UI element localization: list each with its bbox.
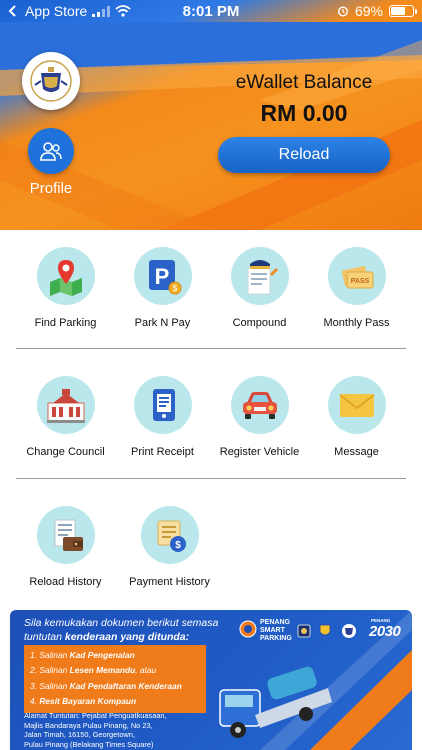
car-icon — [230, 376, 289, 434]
print-receipt-button[interactable]: Print Receipt — [110, 376, 215, 458]
banner-address-line: Jalan Timah, 16150, Georgetown, — [24, 730, 135, 739]
banner-heading: Sila kemukakan dokumen berikut semasa tu… — [24, 616, 239, 644]
receipt-icon — [133, 376, 192, 434]
park-n-pay-label: Park N Pay — [134, 317, 191, 329]
alarm-icon — [337, 6, 348, 17]
register-vehicle-label: Register Vehicle — [219, 446, 300, 458]
status-bar: App Store 8:01 PM 69% — [0, 0, 422, 22]
smart-parking-brand: PENANG SMART PARKING — [260, 619, 292, 642]
register-vehicle-button[interactable]: Register Vehicle — [207, 376, 312, 458]
profile-label[interactable]: Profile — [18, 180, 84, 197]
svg-text:$: $ — [172, 284, 177, 293]
reload-history-button[interactable]: Reload History — [13, 506, 118, 588]
banner-list-item: 1. Salinan Kad Pengenalan — [30, 650, 135, 660]
smart-parking-logo-icon — [239, 620, 257, 638]
envelope-icon — [327, 376, 386, 434]
payment-history-label: Payment History — [129, 576, 210, 588]
monthly-pass-button[interactable]: PASS Monthly Pass — [304, 247, 409, 329]
banner-list-item: 3. Salinan Kad Pendaftaran Kenderaan — [30, 680, 182, 691]
council-logo — [22, 52, 80, 110]
map-pin-icon — [36, 247, 95, 305]
svg-text:PASS: PASS — [350, 278, 369, 285]
compound-label: Compound — [232, 317, 287, 329]
payment-scroll-icon: $ — [140, 506, 199, 564]
print-receipt-label: Print Receipt — [131, 446, 194, 458]
banner-heading-bold: kenderaan yang ditunda: — [64, 631, 190, 643]
banner-document-list: 1. Salinan Kad Pengenalan 2. Salinan Les… — [24, 645, 206, 713]
change-council-label: Change Council — [26, 446, 105, 458]
battery-percent: 69% — [354, 3, 383, 19]
svg-text:P: P — [154, 264, 169, 289]
banner-address: Alamat Tuntutan: Pejabat Penguatkuasaan,… — [24, 711, 224, 749]
monthly-pass-label: Monthly Pass — [323, 317, 390, 329]
reload-history-label: Reload History — [29, 576, 102, 588]
payment-history-button[interactable]: $ Payment History — [117, 506, 222, 588]
ewallet-balance-value: RM 0.00 — [260, 100, 348, 126]
park-n-pay-button[interactable]: P $ Park N Pay — [110, 247, 215, 329]
banner-address-line: Majlis Bandaraya Pulau Pinang, No 23, — [24, 720, 153, 730]
pass-ticket-icon: PASS — [327, 247, 386, 305]
reload-button[interactable]: Reload — [218, 137, 390, 173]
agency-emblem-icon — [297, 624, 311, 638]
compound-button[interactable]: Compound — [207, 247, 312, 329]
find-parking-button[interactable]: Find Parking — [13, 247, 118, 329]
banner-list-item: 2. Salinan Lesen Memandu, atau — [30, 665, 157, 676]
user-group-icon — [40, 142, 62, 161]
banner-address-line: Pejabat Penguatkuasaan, — [81, 711, 167, 720]
menu-divider-2 — [16, 478, 406, 479]
ewallet-balance-title: eWallet Balance — [235, 72, 373, 93]
banner-heading-line1: Sila kemukakan dokumen berikut semasa — [24, 617, 219, 629]
banner-address-label: Alamat Tuntutan: — [24, 711, 80, 720]
parking-sign-icon: P $ — [133, 247, 192, 305]
compound-ticket-icon — [230, 247, 289, 305]
battery-icon — [389, 5, 417, 17]
find-parking-label: Find Parking — [34, 317, 97, 329]
header: App Store 8:01 PM 69% Profile eWallet Ba… — [0, 0, 422, 230]
message-button[interactable]: Message — [304, 376, 409, 458]
council-building-icon — [36, 376, 95, 434]
city-council-crest-icon — [342, 624, 356, 638]
profile-button[interactable] — [28, 128, 74, 174]
towing-info-banner[interactable]: Sila kemukakan dokumen berikut semasa tu… — [10, 610, 412, 750]
change-council-button[interactable]: Change Council — [13, 376, 118, 458]
svg-text:$: $ — [175, 540, 181, 551]
banner-address-line: Pulau Pinang (Belakang Times Square) — [24, 739, 154, 749]
message-label: Message — [334, 446, 379, 458]
penang-state-crest-icon — [319, 624, 331, 636]
wallet-document-icon — [36, 506, 95, 564]
penang2030-logo-text: 2030 — [369, 623, 401, 640]
banner-heading-plain: tuntutan — [24, 631, 65, 643]
banner-list-item: 4. Resit Bayaran Kompaun — [30, 696, 137, 707]
banner-heading-line2: tuntutan kenderaan yang ditunda: — [24, 630, 239, 644]
menu-divider-1 — [16, 348, 406, 349]
